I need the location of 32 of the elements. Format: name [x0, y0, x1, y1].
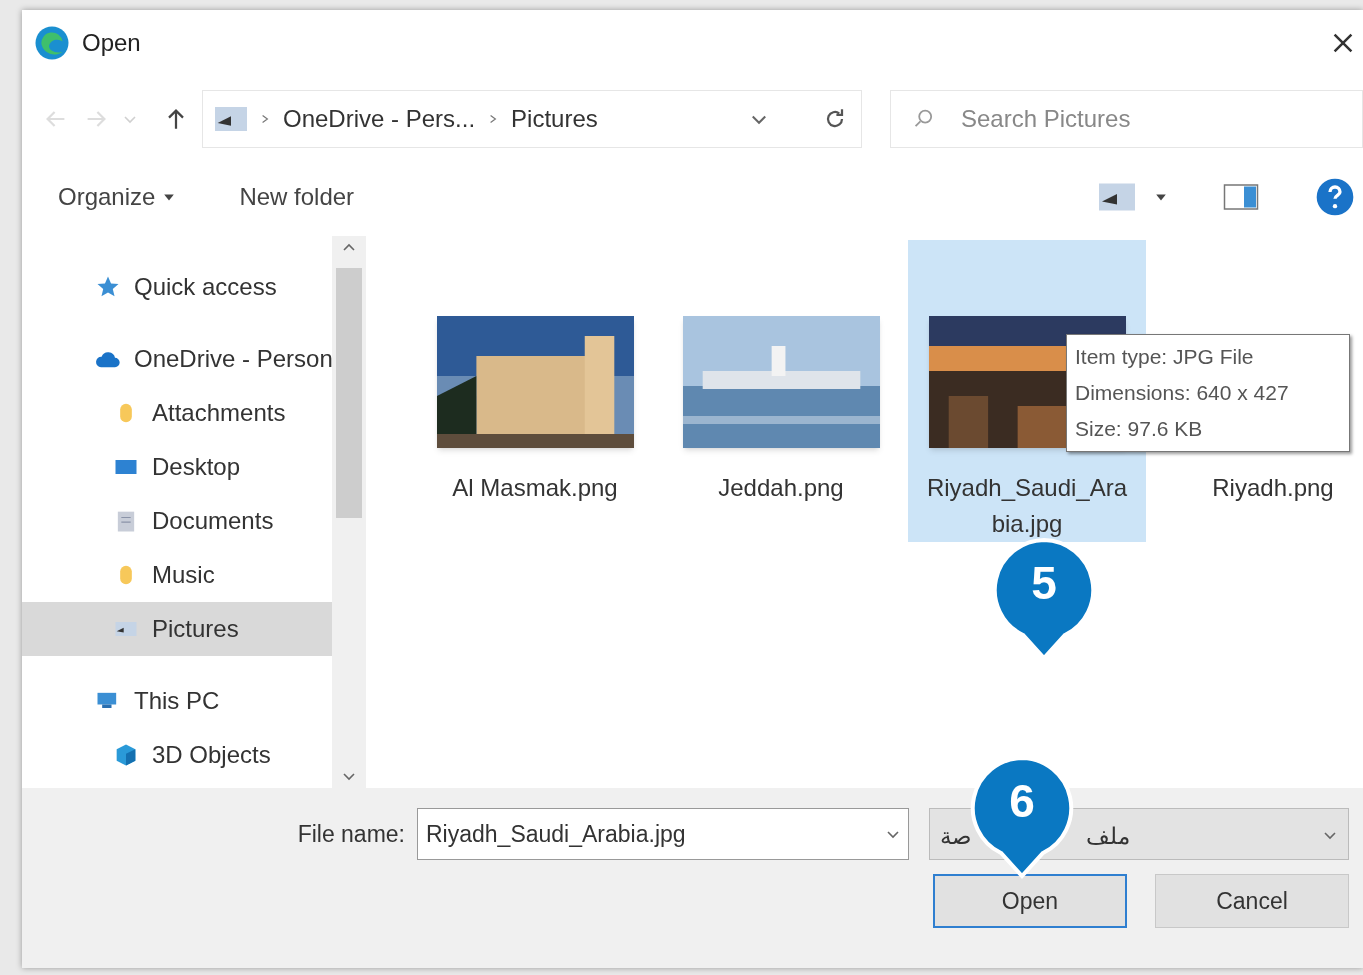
scrollbar[interactable] [332, 236, 366, 788]
file-tile[interactable]: Al Masmak.png [416, 240, 654, 542]
field-label: File name: [297, 819, 405, 849]
breadcrumb[interactable]: OneDrive - Pers... [283, 101, 476, 137]
scrollbar-thumb[interactable] [336, 268, 362, 518]
browser-logo-icon [34, 25, 70, 61]
preview-pane-icon[interactable] [1223, 183, 1259, 211]
nav-item[interactable]: 3D Objects [22, 728, 332, 782]
file-tile[interactable]: Jeddah.png [662, 240, 900, 542]
nav-item[interactable]: Desktop [22, 440, 332, 494]
address-bar[interactable]: OneDrive - Pers... Pictures [202, 90, 862, 148]
toolbar-button[interactable]: New folder [239, 179, 355, 215]
view-options-icon[interactable] [1099, 183, 1135, 211]
nav-item[interactable]: Music [22, 548, 332, 602]
file-name-field[interactable]: Riyadh_Saudi_Arabia.jpg [417, 808, 909, 860]
nav-item[interactable]: Documents [22, 494, 332, 548]
nav-item[interactable]: Attachments [22, 386, 332, 440]
nav-item[interactable]: This PC [22, 674, 332, 728]
dialog-button[interactable]: Cancel [1155, 874, 1349, 928]
nav-item[interactable]: Quick access [22, 260, 332, 314]
file-tile[interactable]: Riyadh.png [1160, 470, 1363, 506]
nav-item[interactable]: Pictures [22, 602, 332, 656]
dialog-button[interactable]: Open [933, 874, 1127, 928]
help-icon[interactable] [1315, 177, 1355, 217]
nav-item[interactable]: OneDrive - Person [22, 332, 332, 386]
breadcrumb[interactable]: Pictures [511, 101, 598, 137]
toolbar-button[interactable]: Organize [58, 179, 176, 215]
search-field[interactable]: Search Pictures [890, 90, 1363, 148]
file-type-text: ملف [1086, 822, 1130, 851]
file-type-text: صة [940, 822, 972, 851]
pictures-icon [215, 107, 247, 131]
window-title: Open [82, 28, 141, 58]
